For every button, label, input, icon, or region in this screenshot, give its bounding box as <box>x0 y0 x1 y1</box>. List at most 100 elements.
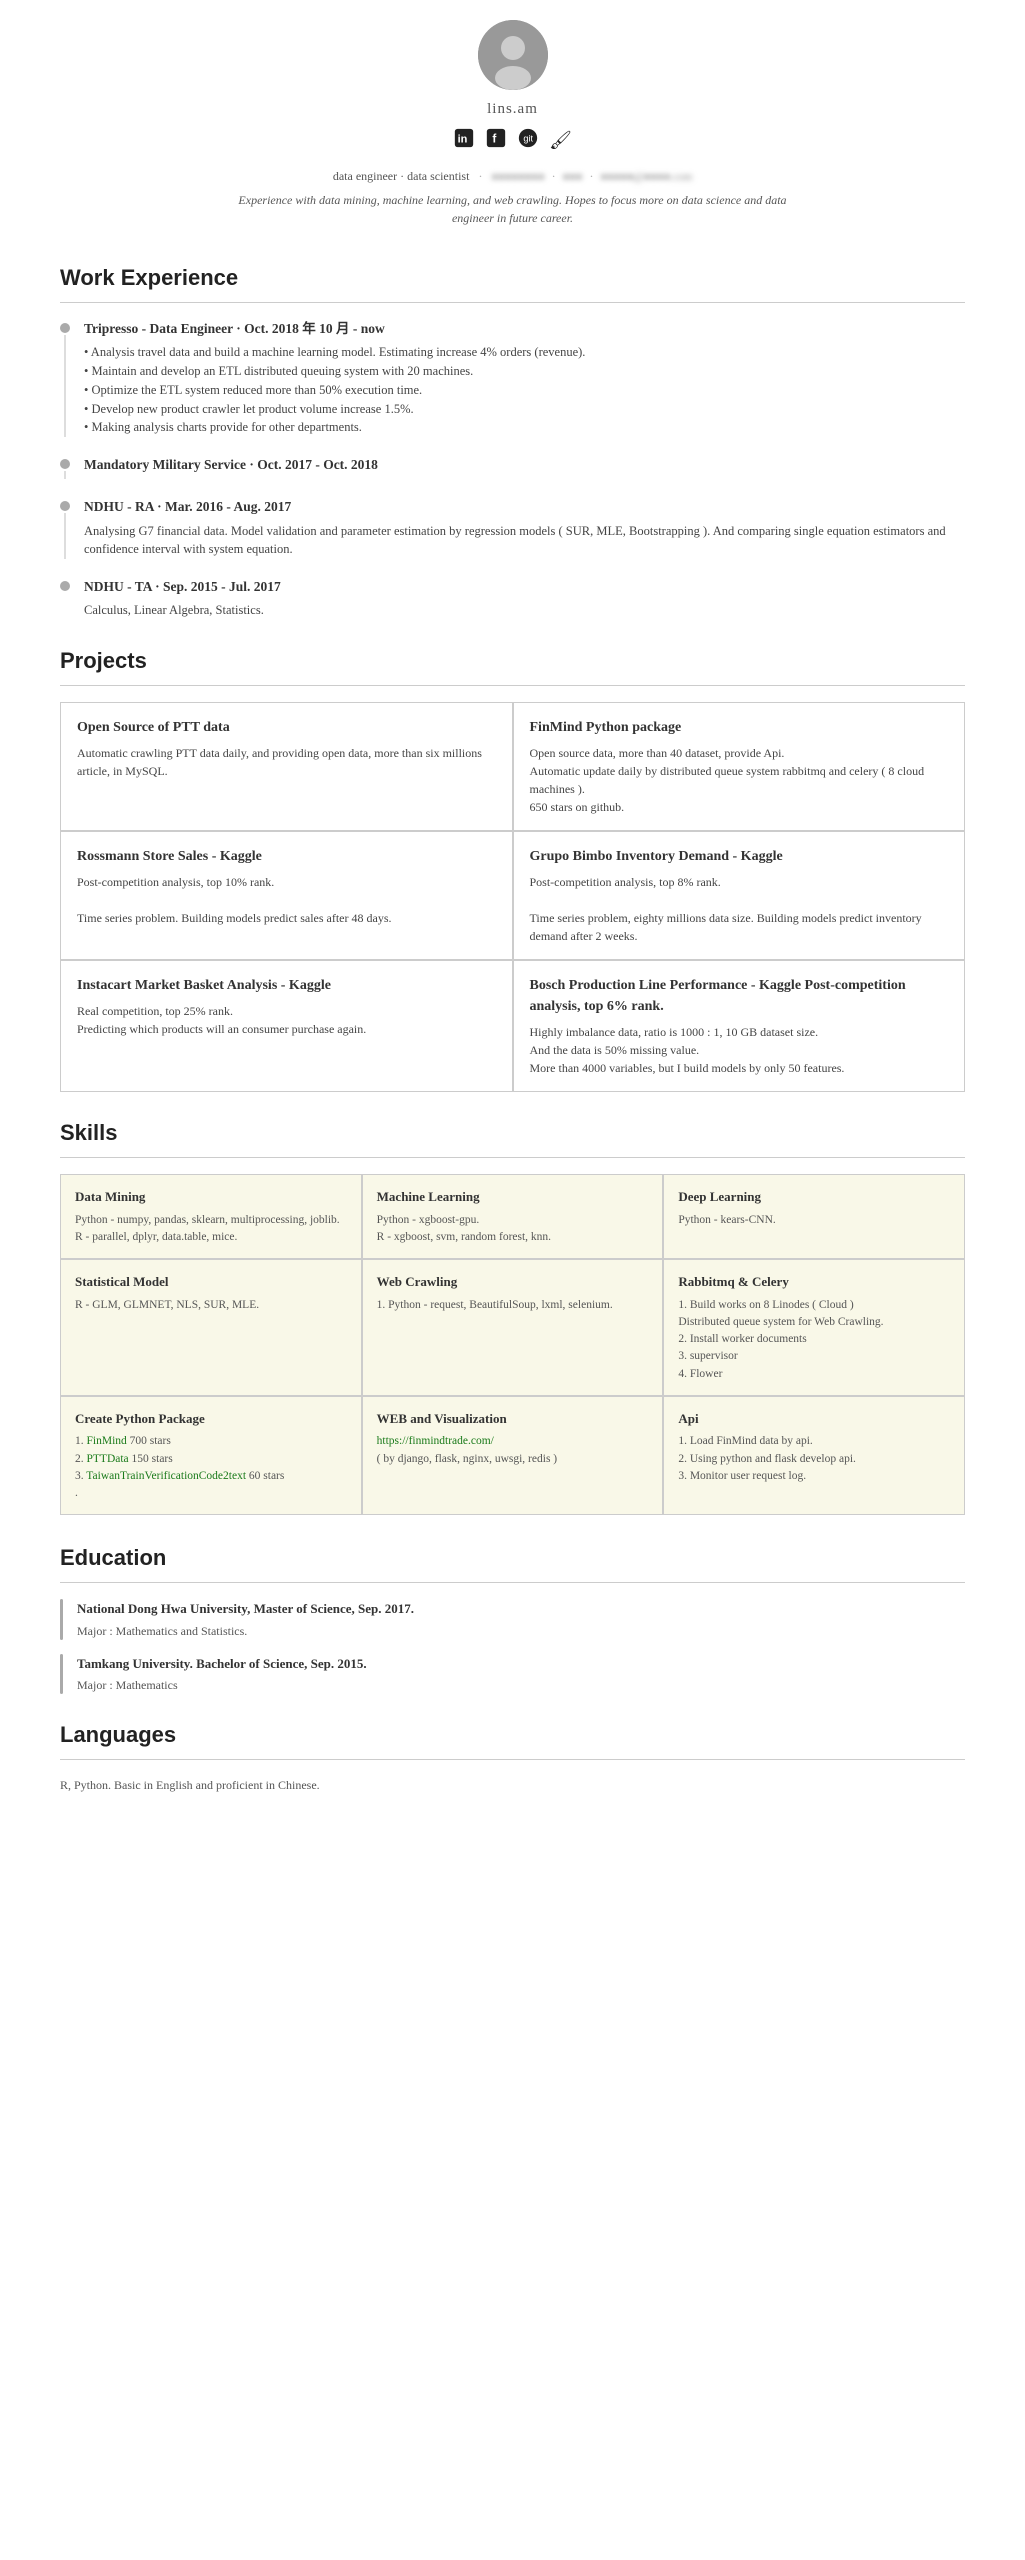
work-item-ra: NDHU - RA · Mar. 2016 - Aug. 2017 Analys… <box>60 497 965 559</box>
profile-meta: data engineer · data scientist · ●●●●●●●… <box>60 167 965 186</box>
timeline-ta <box>60 577 70 620</box>
project-name-bimbo: Grupo Bimbo Inventory Demand - Kaggle <box>530 846 949 867</box>
profile-name: lins.am <box>60 98 965 121</box>
skill-desc-rabbitmq: 1. Build works on 8 Linodes ( Cloud ) Di… <box>678 1297 950 1383</box>
social-icons: in f git 🖌 <box>60 127 965 157</box>
skill-name-webcrawling: Web Crawling <box>377 1272 649 1292</box>
project-name-finmind: FinMind Python package <box>530 717 949 738</box>
skill-name-web-viz: WEB and Visualization <box>377 1409 649 1429</box>
edu-sub-ndhu: Major : Mathematics and Statistics. <box>77 1622 965 1640</box>
work-title-military: Mandatory Military Service · Oct. 2017 -… <box>84 455 965 475</box>
project-name-instacart: Instacart Market Basket Analysis - Kaggl… <box>77 975 496 996</box>
edu-title-ndhu: National Dong Hwa University, Master of … <box>77 1599 965 1619</box>
languages-divider <box>60 1759 965 1760</box>
timeline-tripresso <box>60 319 70 437</box>
project-name-bosch: Bosch Production Line Performance - Kagg… <box>530 975 949 1017</box>
edu-sub-tamkang: Major : Mathematics <box>77 1676 965 1694</box>
project-finmind: FinMind Python package Open source data,… <box>513 702 966 831</box>
profile-bio: Experience with data mining, machine lea… <box>233 191 793 227</box>
project-desc-bimbo: Post-competition analysis, top 8% rank. … <box>530 873 949 945</box>
skill-ml: Machine Learning Python - xgboost-gpu. R… <box>362 1174 664 1259</box>
edu-bar-tamkang <box>60 1654 63 1695</box>
skill-name-python-package: Create Python Package <box>75 1409 347 1429</box>
work-title-ra: NDHU - RA · Mar. 2016 - Aug. 2017 <box>84 497 965 517</box>
work-title-tripresso: Tripresso - Data Engineer · Oct. 2018 年 … <box>84 319 965 339</box>
skill-name-ml: Machine Learning <box>377 1187 649 1207</box>
languages-title: Languages <box>60 1718 965 1751</box>
education-divider <box>60 1582 965 1583</box>
work-item-ta: NDHU - TA · Sep. 2015 - Jul. 2017 Calcul… <box>60 577 965 620</box>
svg-text:f: f <box>492 131 496 145</box>
avatar <box>478 20 548 90</box>
education-section: Education National Dong Hwa University, … <box>60 1541 965 1694</box>
project-name-rossmann: Rossmann Store Sales - Kaggle <box>77 846 496 867</box>
skill-desc-python-package: 1. FinMind 700 stars 2. PTTData 150 star… <box>75 1433 347 1502</box>
profile-header: lins.am in f git 🖌 data engineer · data … <box>60 20 965 237</box>
project-desc-finmind: Open source data, more than 40 dataset, … <box>530 744 949 816</box>
svg-text:in: in <box>458 133 468 145</box>
skill-name-api: Api <box>678 1409 950 1429</box>
skills-section: Skills Data Mining Python - numpy, panda… <box>60 1116 965 1515</box>
skill-name-statistical: Statistical Model <box>75 1272 347 1292</box>
project-desc-bosch: Highly imbalance data, ratio is 1000 : 1… <box>530 1023 949 1077</box>
skill-api: Api 1. Load FinMind data by api. 2. Usin… <box>663 1396 965 1516</box>
skill-desc-api: 1. Load FinMind data by api. 2. Using py… <box>678 1433 950 1485</box>
languages-section: Languages R, Python. Basic in English an… <box>60 1718 965 1794</box>
work-item-military: Mandatory Military Service · Oct. 2017 -… <box>60 455 965 479</box>
skill-statistical: Statistical Model R - GLM, GLMNET, NLS, … <box>60 1259 362 1396</box>
finmind-link[interactable]: FinMind <box>87 1435 127 1447</box>
project-bosch: Bosch Production Line Performance - Kagg… <box>513 960 966 1092</box>
work-divider <box>60 302 965 303</box>
skill-python-package: Create Python Package 1. FinMind 700 sta… <box>60 1396 362 1516</box>
projects-grid: Open Source of PTT data Automatic crawli… <box>60 702 965 1092</box>
skills-title: Skills <box>60 1116 965 1149</box>
work-title-ta: NDHU - TA · Sep. 2015 - Jul. 2017 <box>84 577 965 597</box>
skill-webcrawling: Web Crawling 1. Python - request, Beauti… <box>362 1259 664 1396</box>
edu-item-tamkang: Tamkang University. Bachelor of Science,… <box>60 1654 965 1695</box>
skill-data-mining: Data Mining Python - numpy, pandas, skle… <box>60 1174 362 1259</box>
dot <box>60 581 70 591</box>
svg-text:git: git <box>523 133 533 143</box>
finmind-url-link[interactable]: https://finmindtrade.com/ <box>377 1435 494 1447</box>
skill-rabbitmq: Rabbitmq & Celery 1. Build works on 8 Li… <box>663 1259 965 1396</box>
project-desc-ptt: Automatic crawling PTT data daily, and p… <box>77 744 496 780</box>
edu-title-tamkang: Tamkang University. Bachelor of Science,… <box>77 1654 965 1674</box>
skills-grid: Data Mining Python - numpy, pandas, skle… <box>60 1174 965 1515</box>
skill-desc-web-viz: https://finmindtrade.com/ ( by django, f… <box>377 1433 649 1468</box>
project-name-ptt: Open Source of PTT data <box>77 717 496 738</box>
skills-divider <box>60 1157 965 1158</box>
facebook-icon[interactable]: f <box>485 127 507 157</box>
work-experience-section: Work Experience Tripresso - Data Enginee… <box>60 261 965 620</box>
skill-name-rabbitmq: Rabbitmq & Celery <box>678 1272 950 1292</box>
project-ptt: Open Source of PTT data Automatic crawli… <box>60 702 513 831</box>
projects-section: Projects Open Source of PTT data Automat… <box>60 644 965 1092</box>
skill-desc-statistical: R - GLM, GLMNET, NLS, SUR, MLE. <box>75 1297 347 1314</box>
timeline-military <box>60 455 70 479</box>
education-title: Education <box>60 1541 965 1574</box>
project-desc-rossmann: Post-competition analysis, top 10% rank.… <box>77 873 496 927</box>
project-rossmann: Rossmann Store Sales - Kaggle Post-compe… <box>60 831 513 960</box>
github-icon[interactable]: git <box>517 127 539 157</box>
skill-desc-dl: Python - kears-CNN. <box>678 1212 950 1229</box>
work-desc-ta: Calculus, Linear Algebra, Statistics. <box>84 601 965 620</box>
dot <box>60 501 70 511</box>
linkedin-icon[interactable]: in <box>453 127 475 157</box>
work-experience-title: Work Experience <box>60 261 965 294</box>
dot <box>60 323 70 333</box>
taiwan-link[interactable]: TaiwanTrainVerificationCode2text <box>86 1470 246 1482</box>
dot <box>60 459 70 469</box>
projects-title: Projects <box>60 644 965 677</box>
skill-web-viz: WEB and Visualization https://finmindtra… <box>362 1396 664 1516</box>
project-bimbo: Grupo Bimbo Inventory Demand - Kaggle Po… <box>513 831 966 960</box>
edu-item-ndhu: National Dong Hwa University, Master of … <box>60 1599 965 1640</box>
blog-icon[interactable]: 🖌 <box>549 127 572 157</box>
timeline-line <box>64 471 66 479</box>
pttdata-link[interactable]: PTTData <box>87 1453 129 1465</box>
skill-name-dl: Deep Learning <box>678 1187 950 1207</box>
project-desc-instacart: Real competition, top 25% rank. Predicti… <box>77 1002 496 1038</box>
languages-desc: R, Python. Basic in English and proficie… <box>60 1776 965 1794</box>
skill-dl: Deep Learning Python - kears-CNN. <box>663 1174 965 1259</box>
skill-desc-webcrawling: 1. Python - request, BeautifulSoup, lxml… <box>377 1297 649 1314</box>
work-item-tripresso: Tripresso - Data Engineer · Oct. 2018 年 … <box>60 319 965 437</box>
timeline-line <box>64 335 66 437</box>
